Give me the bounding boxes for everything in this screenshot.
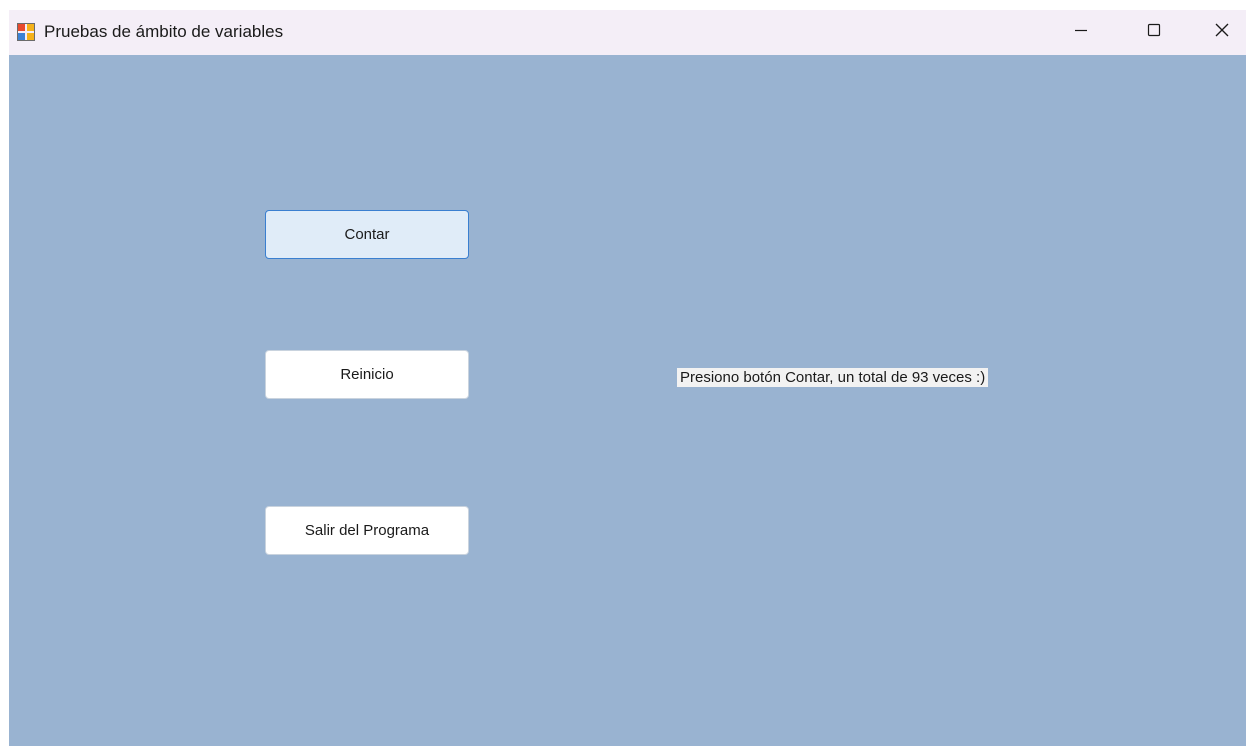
reinicio-button[interactable]: Reinicio [265,350,469,399]
app-window-icon [17,23,35,41]
app-window: Pruebas de ámbito de variables Contar Re… [9,10,1246,746]
contar-button[interactable]: Contar [265,210,469,259]
minimize-icon [1074,23,1088,42]
status-label: Presiono botón Contar, un total de 93 ve… [677,368,989,387]
window-title: Pruebas de ámbito de variables [44,22,284,41]
salir-button[interactable]: Salir del Programa [265,506,469,555]
title-bar[interactable]: Pruebas de ámbito de variables [9,10,1246,55]
close-button[interactable] [1199,10,1245,55]
form-client-area: Contar Reinicio Salir del Programa Presi… [9,55,1246,746]
maximize-icon [1147,23,1161,42]
close-icon [1214,22,1230,43]
maximize-button[interactable] [1131,10,1177,55]
minimize-button[interactable] [1058,10,1104,55]
